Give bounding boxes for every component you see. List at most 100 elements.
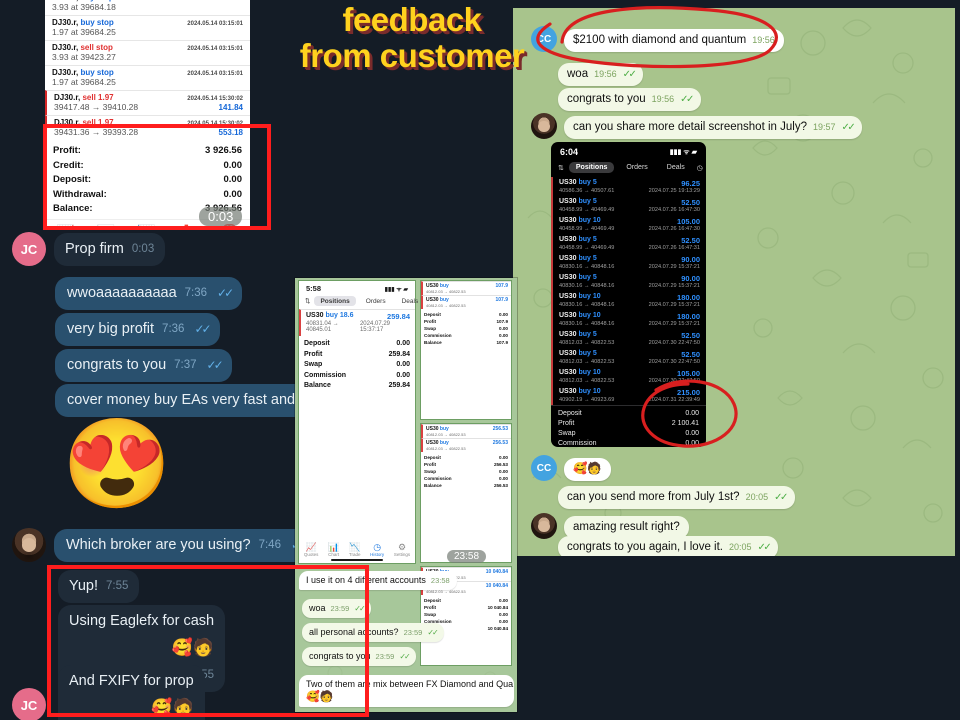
position-row[interactable]: US30 buy 5 52.50 40458.99 → 40469.49 202… bbox=[551, 234, 706, 253]
position-row[interactable]: US30 buy 10 105.00 40458.99 → 40469.49 2… bbox=[551, 215, 706, 234]
account-summary: Deposit 0.00 Profit 2 100.41 Swap 0.00 C… bbox=[551, 405, 706, 447]
side-screenshot-1: US30 buy 107.9 40812.03 → 40822.53 US30 … bbox=[420, 280, 512, 420]
nav-chart[interactable]: 📊 Chart bbox=[328, 542, 339, 557]
tab-orders[interactable]: Orders bbox=[360, 296, 392, 306]
green-message-row: congrats to you again, I love it. 20:05 … bbox=[558, 536, 779, 556]
bubble-woa[interactable]: woa 19:56 ✓✓ bbox=[558, 63, 644, 86]
message-text: can you share more detail screenshot in … bbox=[573, 121, 807, 133]
tab-deals[interactable]: Deals bbox=[660, 162, 692, 173]
position-row[interactable]: US30 buy 5 52.50 40812.03 → 40822.53 202… bbox=[551, 348, 706, 367]
summary-value: 0.00 bbox=[499, 469, 508, 474]
summary-label: Swap bbox=[304, 361, 323, 368]
history-row[interactable]: DJ30.r, buy stop 2024.05.14 03:15:01 1.9… bbox=[45, 15, 250, 40]
symbol: US30 buy 10 bbox=[559, 388, 601, 395]
mid-message-woa: woa 23:59 ✓✓ bbox=[302, 598, 371, 618]
bubble-congrats-again[interactable]: congrats to you again, I love it. 20:05 … bbox=[558, 536, 779, 556]
summary-label: Commission bbox=[424, 333, 452, 338]
position-row[interactable]: US30 buy 5 90.00 40830.16 → 40848.16 202… bbox=[551, 253, 706, 272]
bubble-congrats[interactable]: congrats to you 7:37 ✓✓ bbox=[55, 349, 232, 382]
bubble-congrats[interactable]: congrats to you 19:56 ✓✓ bbox=[558, 88, 701, 111]
bubble-july-1st[interactable]: can you send more from July 1st? 20:05 ✓… bbox=[558, 486, 795, 509]
position-row[interactable]: US30 buy 18.6 259.84 40831.04 → 40845.01… bbox=[299, 309, 415, 336]
account-summary: Deposit 0.00 Profit 259.84 Swap 0.00 Com… bbox=[299, 336, 415, 395]
summary-label: Deposit bbox=[304, 340, 330, 347]
bubble-fxify[interactable]: And FXIFY for prop 🥰🧑 7:55 bbox=[58, 665, 205, 720]
history-row[interactable]: DJ30.r, buy stop 2024.05.14 03:15:01 3.9… bbox=[45, 0, 250, 15]
chart-icon: 📊 bbox=[328, 542, 340, 552]
mt5-positions-screenshot-small: 5:58 ▮▮▮ ᯤ ▰ ⇅ Positions Orders Deals ◷ … bbox=[298, 280, 434, 564]
symbol: US30 buy 10 bbox=[559, 293, 601, 300]
mid-overlay-time: 23:58 bbox=[447, 550, 487, 563]
price-range: 40830.16 → 40848.16 bbox=[559, 283, 615, 289]
message-text: congrats to you bbox=[309, 651, 371, 661]
message-time: 7:36 bbox=[162, 323, 185, 335]
clock-icon[interactable]: ◷ bbox=[697, 164, 703, 172]
screenshot-collage: DJ30.r, buy stop 2024.05.14 03:15:01 3.9… bbox=[0, 0, 960, 720]
history-row[interactable]: DJ30.r, sell 1.97 2024.05.14 15:30:02 39… bbox=[45, 115, 250, 140]
mini-position-row: US30 buy 256.53 40812.03 → 40822.53 bbox=[421, 424, 511, 438]
history-icon: 📥 bbox=[177, 225, 196, 230]
price-range: 40586.36 → 40507.61 bbox=[559, 188, 615, 194]
avatar-jc-bottom: JC bbox=[12, 688, 46, 720]
position-row[interactable]: US30 buy 10 215.00 40902.19 → 40923.69 2… bbox=[551, 386, 706, 405]
position-row[interactable]: US30 buy 10 180.00 40830.16 → 40848.16 2… bbox=[551, 291, 706, 310]
nav-trade[interactable]: 📉 Trade bbox=[349, 542, 361, 557]
bubble-cover-money[interactable]: cover money buy EAs very fast and get bbox=[55, 384, 331, 417]
bubble-price[interactable]: $2100 with diamond and quantum 19:56 bbox=[564, 29, 784, 52]
tab-positions[interactable]: Positions bbox=[314, 296, 356, 306]
tab-positions[interactable]: Positions bbox=[568, 162, 615, 173]
deal-date: 2024.07.29 15:37:21 bbox=[648, 264, 700, 270]
message-text: Using Eaglefx for cash bbox=[69, 613, 215, 629]
deal-date: 2024.07.26 16:47:30 bbox=[648, 207, 700, 213]
action: buy 10 bbox=[578, 312, 601, 319]
message-time: 19:56 bbox=[594, 69, 617, 79]
history-row[interactable]: DJ30.r, buy stop 2024.05.14 03:15:01 1.9… bbox=[45, 65, 250, 90]
avatar-jc: JC bbox=[12, 232, 46, 266]
nav-history[interactable]: ◷ History bbox=[370, 542, 384, 557]
nav-quotes[interactable]: 📈 Quotes bbox=[56, 225, 75, 230]
bubble-emoji-react[interactable]: 🥰🧑 bbox=[564, 458, 611, 481]
history-row[interactable]: DJ30.r, sell stop 2024.05.14 03:15:01 3.… bbox=[45, 40, 250, 65]
nav-trade[interactable]: 📉 Trade bbox=[137, 225, 156, 230]
position-row[interactable]: US30 buy 5 90.00 40830.16 → 40848.16 202… bbox=[551, 272, 706, 291]
position-row[interactable]: US30 buy 5 96.25 40586.36 → 40507.61 202… bbox=[551, 177, 706, 196]
nav-settings[interactable]: ⚙ Settings bbox=[394, 542, 410, 557]
bubble-wwoa[interactable]: wwoaaaaaaaaaa 7:36 ✓✓ bbox=[55, 277, 243, 310]
chart-icon: 📊 bbox=[97, 225, 116, 230]
history-action: sell stop bbox=[80, 43, 113, 52]
position-row[interactable]: US30 buy 10 180.00 40830.16 → 40848.16 2… bbox=[551, 310, 706, 329]
tab-orders[interactable]: Orders bbox=[619, 162, 654, 173]
profit: 90.00 bbox=[681, 255, 700, 264]
read-ticks-icon: ✓✓ bbox=[680, 94, 694, 105]
position-row[interactable]: US30 buy 5 52.50 40458.99 → 40469.49 202… bbox=[551, 196, 706, 215]
reaction-emoji[interactable]: 🥰🧑 bbox=[172, 638, 214, 657]
position-row[interactable]: US30 buy 10 105.00 40812.03 → 40822.53 2… bbox=[551, 367, 706, 386]
bubble-prop-firm[interactable]: Prop firm 0:03 bbox=[54, 233, 166, 266]
bubble-very-big-profit[interactable]: very big profit 7:36 ✓✓ bbox=[55, 313, 220, 346]
summary-value: 0.00 bbox=[223, 159, 243, 171]
green-message-row: can you send more from July 1st? 20:05 ✓… bbox=[558, 486, 795, 509]
summary-row: Profit: 3 926.56 bbox=[53, 144, 242, 159]
action: buy 5 bbox=[578, 179, 597, 186]
mini-position-row: US30 buy 107.9 40812.03 → 40822.53 bbox=[421, 281, 511, 295]
nav-quotes[interactable]: 📈 Quotes bbox=[304, 542, 319, 557]
summary-value: 2 100.41 bbox=[671, 420, 699, 427]
summary-value: 259.84 bbox=[388, 350, 410, 358]
sort-icon[interactable]: ⇅ bbox=[305, 297, 310, 305]
history-action: buy stop bbox=[80, 18, 114, 27]
reaction-emoji[interactable]: 🥰🧑 bbox=[306, 692, 333, 703]
nav-chart[interactable]: 📊 Chart bbox=[97, 225, 116, 230]
bubble-more-detail[interactable]: can you share more detail screenshot in … bbox=[564, 116, 863, 139]
position-row[interactable]: US30 buy 5 52.50 40812.03 → 40822.53 202… bbox=[551, 329, 706, 348]
sort-icon[interactable]: ⇅ bbox=[558, 164, 564, 172]
history-row[interactable]: DJ30.r, sell 1.97 2024.05.14 15:30:02 39… bbox=[45, 90, 250, 115]
profit: 52.50 bbox=[681, 350, 700, 359]
nav-history[interactable]: 📥 History bbox=[177, 225, 196, 230]
history-volume: 1.97 at 39684.25 bbox=[52, 27, 116, 37]
read-ticks-icon: ✓✓ bbox=[757, 542, 772, 553]
reaction-emoji[interactable]: 🥰🧑 bbox=[151, 698, 193, 717]
bubble-yup[interactable]: Yup! 7:55 bbox=[58, 570, 140, 603]
avatar-contact-photo bbox=[12, 528, 46, 562]
price-range: 40458.99 → 40469.49 bbox=[559, 207, 615, 213]
bubble-which-broker[interactable]: Which broker are you using? 7:46 ✓✓ bbox=[54, 529, 317, 562]
